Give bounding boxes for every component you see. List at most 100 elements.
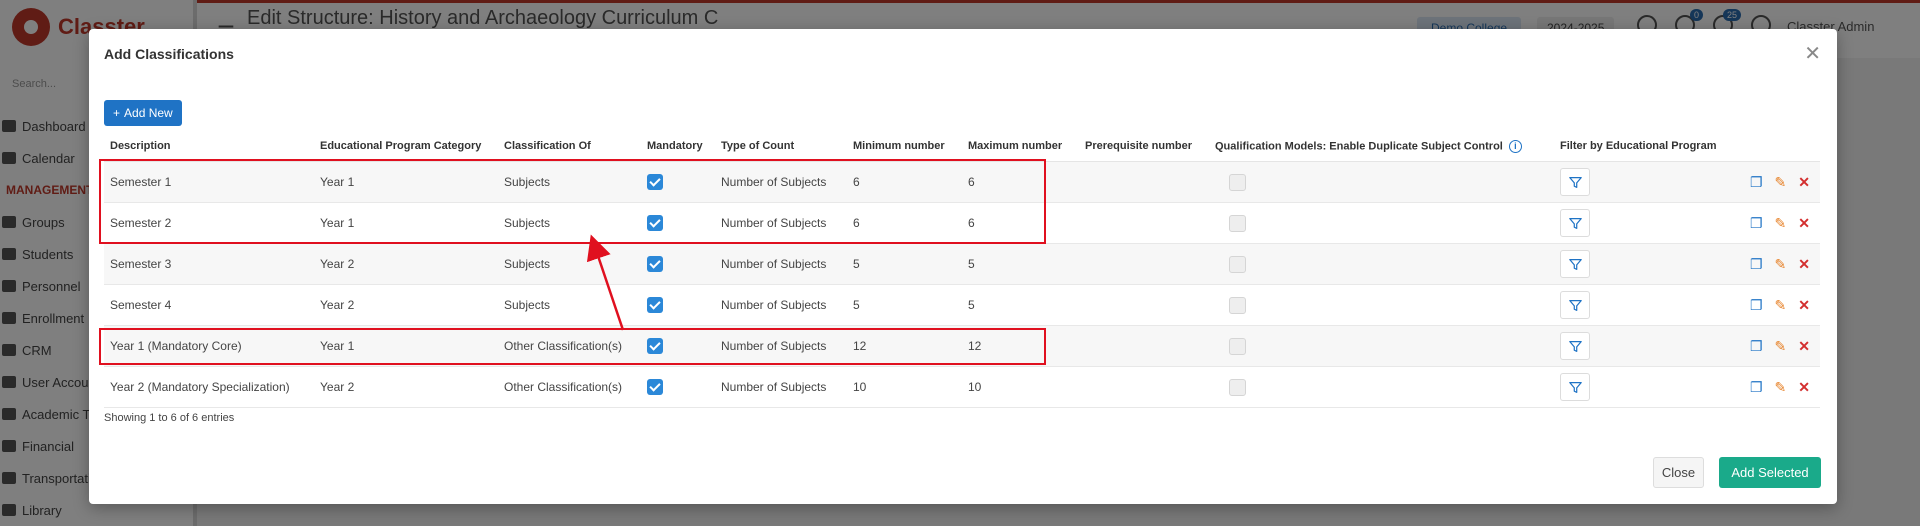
cell-prerequisite (1079, 161, 1209, 203)
cell-mandatory (641, 325, 715, 367)
filter-icon[interactable] (1560, 332, 1590, 360)
cell-actions: ❐ ✎ ✕ (1736, 243, 1820, 285)
cell-maximum: 10 (962, 366, 1079, 408)
cell-category: Year 1 (314, 161, 498, 203)
mandatory-checkbox[interactable] (647, 338, 663, 354)
cell-mandatory (641, 202, 715, 244)
duplicate-control-checkbox (1229, 255, 1246, 273)
cell-type-of-count: Number of Subjects (715, 325, 847, 367)
cell-qualification (1209, 243, 1554, 285)
close-button[interactable]: Close (1653, 457, 1704, 488)
cell-minimum: 5 (847, 243, 962, 285)
mandatory-checkbox[interactable] (647, 215, 663, 231)
cell-maximum: 12 (962, 325, 1079, 367)
delete-icon[interactable]: ✕ (1798, 339, 1810, 353)
col-classification-of[interactable]: Classification Of (498, 131, 641, 162)
copy-icon[interactable]: ❐ (1750, 380, 1763, 394)
col-qualification-label: Qualification Models: Enable Duplicate S… (1215, 139, 1503, 152)
cell-description: Semester 1 (104, 161, 314, 203)
edit-icon[interactable]: ✎ (1775, 298, 1787, 312)
cell-description: Semester 3 (104, 243, 314, 285)
cell-filter (1554, 202, 1736, 244)
cell-mandatory (641, 243, 715, 285)
table-row[interactable]: Semester 3 Year 2 Subjects Number of Subjec… (104, 243, 1820, 285)
cell-description: Year 1 (Mandatory Core) (104, 325, 314, 367)
cell-type-of-count: Number of Subjects (715, 243, 847, 285)
copy-icon[interactable]: ❐ (1750, 175, 1763, 189)
add-new-button[interactable]: + Add New (104, 100, 182, 126)
edit-icon[interactable]: ✎ (1775, 175, 1787, 189)
copy-icon[interactable]: ❐ (1750, 339, 1763, 353)
copy-icon[interactable]: ❐ (1750, 257, 1763, 271)
col-minimum[interactable]: Minimum number (847, 131, 962, 162)
col-maximum[interactable]: Maximum number (962, 131, 1079, 162)
copy-icon[interactable]: ❐ (1750, 216, 1763, 230)
cell-category: Year 2 (314, 366, 498, 408)
delete-icon[interactable]: ✕ (1798, 175, 1810, 189)
filter-icon[interactable] (1560, 373, 1590, 401)
duplicate-control-checkbox (1229, 378, 1246, 396)
edit-icon[interactable]: ✎ (1775, 257, 1787, 271)
cell-classification-of: Subjects (498, 284, 641, 326)
table-row[interactable]: Semester 2 Year 1 Subjects Number of Subjec… (104, 202, 1820, 244)
cell-classification-of: Subjects (498, 243, 641, 285)
delete-icon[interactable]: ✕ (1798, 257, 1810, 271)
cell-classification-of: Subjects (498, 161, 641, 203)
table-row[interactable]: Semester 1 Year 1 Subjects Number of Subjec… (104, 161, 1820, 203)
cell-description: Semester 4 (104, 284, 314, 326)
filter-icon[interactable] (1560, 250, 1590, 278)
mandatory-checkbox[interactable] (647, 256, 663, 272)
cell-actions: ❐ ✎ ✕ (1736, 284, 1820, 326)
duplicate-control-checkbox (1229, 337, 1246, 355)
classifications-table: Description Educational Program Category… (104, 131, 1820, 408)
delete-icon[interactable]: ✕ (1798, 380, 1810, 394)
cell-minimum: 5 (847, 284, 962, 326)
add-new-label: Add New (124, 106, 173, 120)
mandatory-checkbox[interactable] (647, 379, 663, 395)
col-program-category[interactable]: Educational Program Category (314, 131, 498, 162)
cell-qualification (1209, 325, 1554, 367)
table-row[interactable]: Semester 4 Year 2 Subjects Number of Subjec… (104, 284, 1820, 326)
col-qualification[interactable]: Qualification Models: Enable Duplicate S… (1209, 131, 1554, 162)
edit-icon[interactable]: ✎ (1775, 216, 1787, 230)
cell-maximum: 5 (962, 243, 1079, 285)
col-filter[interactable]: Filter by Educational Program (1554, 131, 1736, 162)
col-description[interactable]: Description (104, 131, 314, 162)
col-mandatory[interactable]: Mandatory (641, 131, 715, 162)
edit-icon[interactable]: ✎ (1775, 339, 1787, 353)
table-row[interactable]: Year 1 (Mandatory Core) Year 1 Other Class… (104, 325, 1820, 367)
cell-type-of-count: Number of Subjects (715, 202, 847, 244)
col-actions (1736, 131, 1820, 162)
cell-maximum: 5 (962, 284, 1079, 326)
cell-filter (1554, 161, 1736, 203)
col-type-of-count[interactable]: Type of Count (715, 131, 847, 162)
filter-icon[interactable] (1560, 168, 1590, 196)
delete-icon[interactable]: ✕ (1798, 216, 1810, 230)
cell-category: Year 2 (314, 284, 498, 326)
mandatory-checkbox[interactable] (647, 297, 663, 313)
table-row[interactable]: Year 2 (Mandatory Specialization) Year 2O… (104, 366, 1820, 408)
duplicate-control-checkbox (1229, 173, 1246, 191)
copy-icon[interactable]: ❐ (1750, 298, 1763, 312)
duplicate-control-checkbox (1229, 214, 1246, 232)
edit-icon[interactable]: ✎ (1775, 380, 1787, 394)
filter-icon[interactable] (1560, 291, 1590, 319)
close-icon[interactable]: ✕ (1804, 41, 1821, 66)
filter-icon[interactable] (1560, 209, 1590, 237)
info-icon[interactable]: i (1508, 139, 1522, 153)
cell-type-of-count: Number of Subjects (715, 161, 847, 203)
mandatory-checkbox[interactable] (647, 174, 663, 190)
cell-filter (1554, 325, 1736, 367)
cell-mandatory (641, 366, 715, 408)
cell-qualification (1209, 284, 1554, 326)
delete-icon[interactable]: ✕ (1798, 298, 1810, 312)
cell-maximum: 6 (962, 202, 1079, 244)
col-prerequisite[interactable]: Prerequisite number (1079, 131, 1209, 162)
cell-classification-of: Other Classification(s) (498, 366, 641, 408)
cell-actions: ❐ ✎ ✕ (1736, 325, 1820, 367)
add-classifications-modal: Add Classifications ✕ + Add New Descript… (89, 29, 1837, 504)
cell-classification-of: Subjects (498, 202, 641, 244)
cell-qualification (1209, 161, 1554, 203)
add-selected-button[interactable]: Add Selected (1719, 457, 1821, 488)
cell-mandatory (641, 284, 715, 326)
